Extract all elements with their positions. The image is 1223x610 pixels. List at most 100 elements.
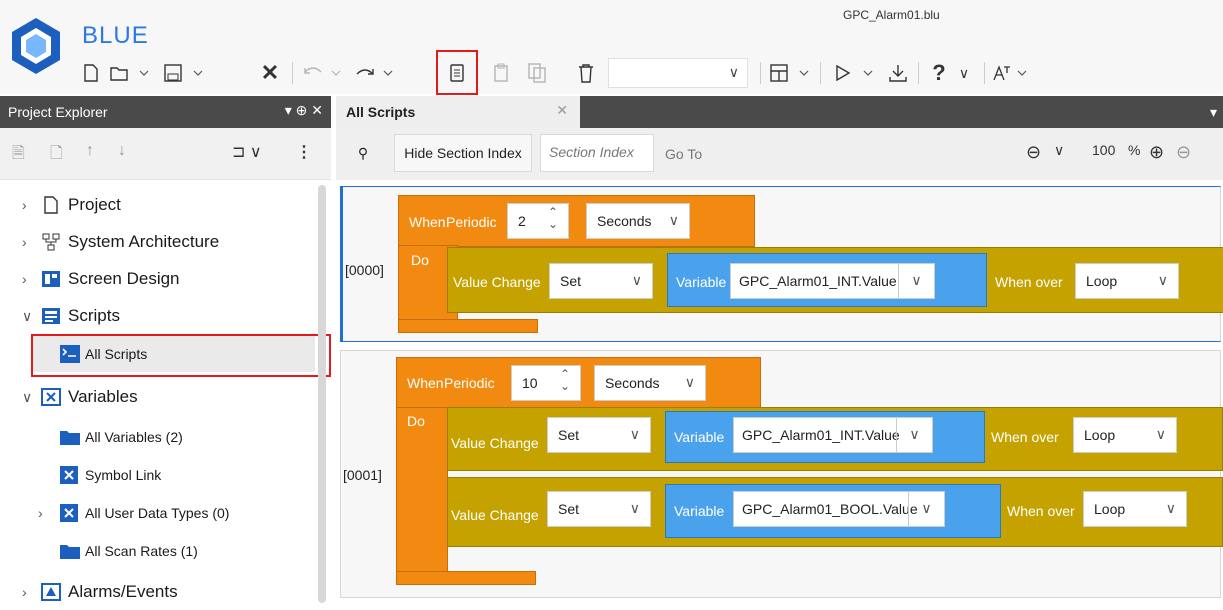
zoom-unit: % bbox=[1128, 142, 1141, 158]
tree-item-label: Screen Design bbox=[68, 269, 180, 288]
help-icon[interactable]: ? bbox=[926, 60, 952, 86]
duplicate-icon[interactable] bbox=[524, 60, 550, 86]
tree-item-variables[interactable]: ∨ Variables bbox=[0, 379, 320, 415]
when-over-select[interactable]: Loop ∨ bbox=[1075, 263, 1179, 299]
tree-item-screen-design[interactable]: › Screen Design bbox=[0, 261, 320, 297]
periodic-event-footer bbox=[398, 319, 538, 333]
period-input[interactable]: 2 ⌃ ⌄ bbox=[507, 203, 569, 239]
chevron-down-icon: ∨ bbox=[668, 212, 679, 228]
do-label: Do bbox=[407, 413, 425, 429]
project-explorer-title: Project Explorer bbox=[8, 104, 108, 120]
project-tree: › Project › System Architecture › Screen… bbox=[0, 181, 331, 603]
variable-select[interactable]: GPC_Alarm01_INT.Value ∨ bbox=[730, 263, 935, 299]
zoom-out-icon[interactable]: ⊖ bbox=[1026, 142, 1041, 163]
tree-item-label: Project bbox=[68, 195, 121, 214]
tree-item-all-scan-rates[interactable]: All Scan Rates (1) bbox=[0, 533, 320, 569]
section-index-input[interactable]: Section Index bbox=[540, 134, 654, 172]
chevron-right-icon[interactable]: › bbox=[38, 505, 52, 521]
folder-icon bbox=[60, 545, 80, 559]
unit-value: Seconds bbox=[597, 213, 652, 229]
tree-item-project[interactable]: › Project bbox=[0, 187, 320, 223]
tree-item-all-variables[interactable]: All Variables (2) bbox=[0, 419, 320, 455]
chevron-down-icon: ∨ bbox=[1165, 500, 1176, 516]
chevron-down-icon: ∨ bbox=[629, 426, 640, 442]
project-explorer-header: Project Explorer ▾ ⊕ ✕ bbox=[0, 96, 331, 128]
unit-select[interactable]: Seconds ∨ bbox=[594, 365, 706, 401]
delete-icon[interactable] bbox=[574, 60, 598, 86]
chevron-down-icon[interactable]: ∨ bbox=[22, 389, 36, 406]
chevron-right-icon[interactable]: › bbox=[22, 271, 36, 287]
script-settings-icon[interactable]: ⚲ bbox=[340, 134, 386, 172]
move-up-icon[interactable]: ↑ bbox=[86, 142, 94, 160]
variable-select[interactable]: GPC_Alarm01_INT.Value ∨ bbox=[733, 417, 933, 453]
zoom-fit-icon[interactable]: ⊖ bbox=[1176, 142, 1191, 163]
zoom-in-icon[interactable]: ⊕ bbox=[1149, 142, 1164, 163]
tab-all-scripts[interactable]: All Scripts ✕ bbox=[336, 96, 580, 128]
when-over-value: Loop bbox=[1084, 427, 1116, 443]
close-icon[interactable]: ✕ bbox=[258, 60, 282, 86]
operation-select[interactable]: Set ∨ bbox=[547, 417, 651, 453]
add-folder-icon[interactable]: 🗋 bbox=[50, 142, 63, 169]
download-icon[interactable] bbox=[886, 60, 910, 86]
open-folder-icon[interactable] bbox=[108, 60, 152, 86]
periodic-event-body bbox=[396, 407, 448, 585]
chevron-down-icon[interactable]: ∨ bbox=[954, 60, 974, 86]
layout-icon[interactable] bbox=[768, 60, 812, 86]
tree-scrollbar[interactable] bbox=[318, 185, 326, 603]
toolbar-divider bbox=[292, 62, 293, 84]
value-change-label: Value Change bbox=[451, 435, 539, 451]
periodic-event-footer bbox=[396, 571, 536, 585]
toolbar-divider bbox=[918, 62, 919, 84]
period-input[interactable]: 10 ⌃ ⌄ bbox=[511, 365, 581, 401]
tree-item-alarms-events[interactable]: › Alarms/Events bbox=[0, 574, 320, 610]
script-section[interactable]: [0001] When Periodic 10 ⌃ ⌄ Seconds ∨ Do Va… bbox=[340, 350, 1223, 598]
chevron-right-icon[interactable]: › bbox=[22, 584, 36, 600]
pin-icon[interactable]: ⊐ ∨ bbox=[232, 142, 262, 162]
paste-icon[interactable] bbox=[488, 60, 514, 86]
chevron-down-icon[interactable]: ∨ bbox=[22, 308, 36, 325]
all-scripts-highlight-box bbox=[31, 334, 331, 377]
add-item-icon[interactable]: 🗎 bbox=[12, 142, 25, 169]
when-over-select[interactable]: Loop ∨ bbox=[1083, 491, 1187, 527]
undo-icon[interactable] bbox=[300, 60, 344, 86]
alarms-icon bbox=[41, 583, 61, 601]
text-format-icon[interactable] bbox=[990, 60, 1034, 86]
chevron-down-icon: ∨ bbox=[908, 492, 944, 526]
tree-item-label: Scripts bbox=[68, 306, 120, 325]
tab-menu-icon[interactable]: ▾ bbox=[1210, 104, 1217, 121]
close-tab-icon[interactable]: ✕ bbox=[556, 102, 568, 119]
stepper-icon[interactable]: ⌃ ⌄ bbox=[548, 206, 558, 230]
more-options-icon[interactable]: ⋮ bbox=[296, 142, 312, 162]
when-over-select[interactable]: Loop ∨ bbox=[1073, 417, 1177, 453]
redo-icon[interactable] bbox=[352, 60, 396, 86]
unit-select[interactable]: Seconds ∨ bbox=[586, 203, 690, 239]
when-over-value: Loop bbox=[1094, 501, 1126, 517]
go-to-button[interactable]: Go To bbox=[665, 146, 702, 162]
move-down-icon[interactable]: ↓ bbox=[118, 142, 126, 160]
variable-value: GPC_Alarm01_INT.Value bbox=[742, 427, 900, 443]
save-icon[interactable] bbox=[162, 60, 206, 86]
periodic-label: Periodic bbox=[444, 375, 495, 391]
chevron-right-icon[interactable]: › bbox=[22, 234, 36, 250]
ribbon-dropdown[interactable]: ∨ bbox=[608, 58, 748, 88]
script-section[interactable]: [0000] When Periodic 2 ⌃ ⌄ Seconds ∨ Do Val… bbox=[340, 186, 1223, 342]
new-file-icon[interactable] bbox=[80, 60, 102, 86]
operation-select[interactable]: Set ∨ bbox=[549, 263, 653, 299]
tree-item-symbol-link[interactable]: Symbol Link bbox=[0, 457, 320, 493]
project-explorer-toolbar: 🗎 🗋 ↑ ↓ ⊐ ∨ ⋮ bbox=[0, 128, 331, 180]
run-icon[interactable] bbox=[832, 60, 876, 86]
chevron-down-icon: ∨ bbox=[898, 264, 934, 298]
operation-select[interactable]: Set ∨ bbox=[547, 491, 651, 527]
tree-item-all-user-data-types[interactable]: › All User Data Types (0) bbox=[0, 495, 320, 531]
chevron-down-icon[interactable]: ∨ bbox=[1054, 142, 1064, 159]
variable-select[interactable]: GPC_Alarm01_BOOL.Value ∨ bbox=[733, 491, 945, 527]
zoom-value[interactable]: 100 bbox=[1092, 142, 1115, 158]
tree-item-system-architecture[interactable]: › System Architecture bbox=[0, 224, 320, 260]
chevron-right-icon[interactable]: › bbox=[22, 197, 36, 213]
stepper-icon[interactable]: ⌃ ⌄ bbox=[560, 368, 570, 392]
hide-section-index-button[interactable]: Hide Section Index bbox=[394, 134, 532, 172]
variable-value: GPC_Alarm01_BOOL.Value bbox=[742, 501, 918, 517]
document-tab-bar: All Scripts ✕ ▾ bbox=[336, 96, 1223, 128]
tree-item-scripts[interactable]: ∨ Scripts bbox=[0, 298, 320, 334]
pin-close-controls[interactable]: ▾ ⊕ ✕ bbox=[285, 102, 323, 119]
